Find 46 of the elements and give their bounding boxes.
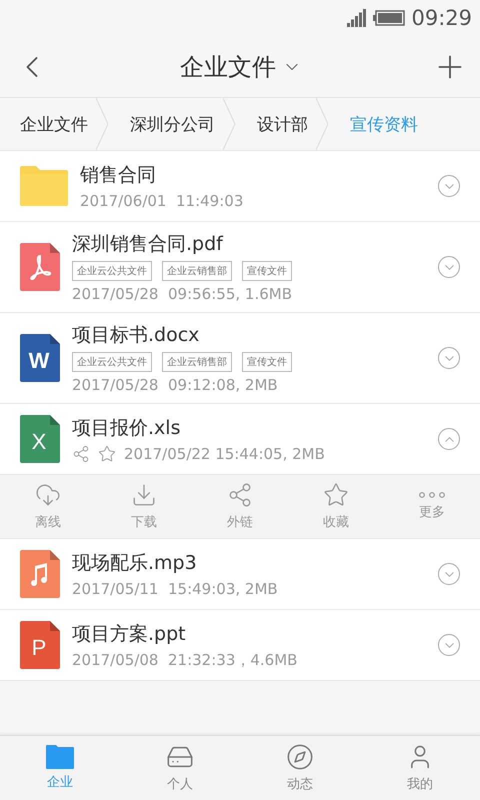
battery-icon xyxy=(373,10,406,26)
folder-icon xyxy=(46,745,74,769)
cloud-download-icon xyxy=(35,482,61,508)
file-meta: 2017/05/28 09:56:55, 1.6MB xyxy=(72,285,292,303)
expand-toggle[interactable] xyxy=(438,175,460,197)
download-icon xyxy=(131,482,157,508)
status-time: 09:29 xyxy=(411,6,472,30)
more-icon xyxy=(419,492,445,498)
expand-toggle[interactable] xyxy=(438,563,460,585)
music-file-icon xyxy=(20,550,60,598)
share-icon[interactable] xyxy=(72,445,90,463)
pdf-file-icon xyxy=(20,243,60,291)
file-name: 深圳销售合同.pdf xyxy=(72,232,224,257)
file-tag: 企业云公共文件 xyxy=(72,261,152,281)
file-meta: 2017/06/01 11:49:03 xyxy=(80,192,244,210)
slides-file-icon: P xyxy=(20,621,60,669)
file-tag: 企业云销售部 xyxy=(162,352,232,372)
expand-toggle[interactable] xyxy=(438,428,460,450)
file-meta: 2017/05/11 15:49:03, 2MB xyxy=(72,580,278,598)
breadcrumb-item[interactable]: 设计部 xyxy=(237,98,316,150)
folder-icon xyxy=(20,166,68,206)
file-name: 现场配乐.mp3 xyxy=(72,551,198,576)
file-meta: 2017/05/08 21:32:33，4.6MB xyxy=(72,650,298,670)
file-meta: 2017/05/28 09:12:08, 2MB xyxy=(72,376,278,394)
breadcrumb-item[interactable]: 企业文件 xyxy=(0,98,96,150)
file-name: 项目方案.ppt xyxy=(72,622,187,646)
file-meta: 2017/05/22 15:44:05, 2MB xyxy=(124,445,325,463)
file-name: 项目报价.xls xyxy=(72,416,182,441)
file-name: 项目标书.docx xyxy=(72,323,200,348)
title-dropdown[interactable]: 企业文件 xyxy=(180,50,302,82)
breadcrumb-item[interactable]: 深圳分公司 xyxy=(110,98,223,150)
expand-toggle[interactable] xyxy=(438,347,460,369)
file-tag: 企业云公共文件 xyxy=(72,352,152,372)
spreadsheet-file-icon: X xyxy=(20,415,60,463)
file-tag: 宣传文件 xyxy=(242,352,292,372)
compass-icon xyxy=(286,743,314,771)
word-file-icon: W xyxy=(20,334,60,382)
file-tag: 宣传文件 xyxy=(242,261,292,281)
star-icon[interactable] xyxy=(98,445,116,463)
expand-toggle[interactable] xyxy=(438,256,460,278)
file-tag: 企业云销售部 xyxy=(162,261,232,281)
star-icon xyxy=(323,482,349,508)
share-icon xyxy=(227,482,253,508)
expand-toggle[interactable] xyxy=(438,634,460,656)
file-name: 销售合同 xyxy=(80,163,157,188)
signal-icon xyxy=(347,9,368,27)
